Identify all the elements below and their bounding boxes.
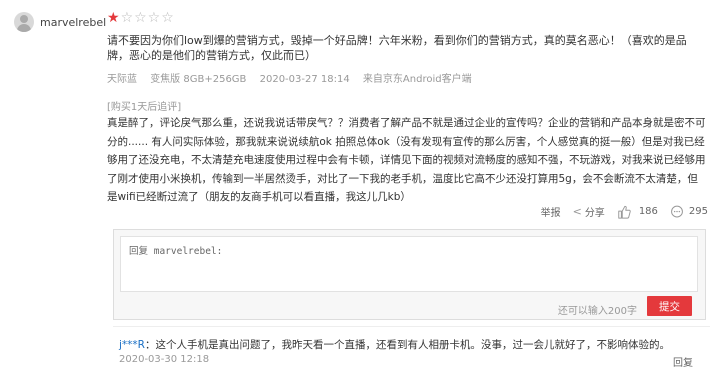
username[interactable]: marvelrebel xyxy=(40,16,106,29)
reply-input[interactable]: 回复 marvelrebel: xyxy=(120,236,698,292)
char-limit-text: 还可以输入200字 xyxy=(557,306,637,317)
sub-reply-user[interactable]: j***R xyxy=(119,339,145,351)
comment-count: 295 xyxy=(688,206,708,217)
thumbs-up-icon xyxy=(618,205,631,219)
like-count: 186 xyxy=(638,206,658,217)
sub-reply-button[interactable]: 回复 xyxy=(673,354,693,369)
comment-meta: 天际蓝 变焦版 8GB+256GB 2020-03-27 18:14 来自京东A… xyxy=(107,70,482,85)
append-text: 真是醉了，评论戾气那么重，还说我说话带戾气？？消费者了解产品不就是通过企业的宣传… xyxy=(107,117,706,203)
comment-actions: 举报 < 分享 186 295 xyxy=(529,204,708,219)
share-button[interactable]: < 分享 xyxy=(573,204,605,219)
sub-reply-content: j***R：这个人手机是真出问题了，我昨天看一个直播，还看到有人相册卡机。没事，… xyxy=(119,337,699,352)
like-button[interactable]: 186 xyxy=(617,205,658,219)
avatar[interactable] xyxy=(14,12,34,32)
product-color: 天际蓝 xyxy=(107,74,137,85)
comment-source: 来自京东Android客户端 xyxy=(362,74,472,85)
star-empty-icon: ☆☆☆☆ xyxy=(120,10,175,26)
report-link[interactable]: 举报 xyxy=(541,204,561,219)
comment-count-button[interactable]: 295 xyxy=(670,205,708,219)
sub-reply: j***R：这个人手机是真出问题了，我昨天看一个直播，还看到有人相册卡机。没事，… xyxy=(113,326,710,369)
append-title: [购买1天后追评] xyxy=(107,102,182,113)
star-full-icon: ★ xyxy=(107,10,121,26)
user-info: marvelrebel xyxy=(14,12,106,32)
reply-box: 回复 marvelrebel: 还可以输入200字 提交 xyxy=(113,229,706,320)
share-label: 分享 xyxy=(584,208,605,219)
product-version: 变焦版 8GB+256GB xyxy=(150,74,247,85)
star-rating: ★☆☆☆☆ xyxy=(107,10,175,26)
sub-reply-text: ：这个人手机是真出问题了，我昨天看一个直播，还看到有人相册卡机。没事，过一会儿就… xyxy=(144,339,670,351)
share-icon: < xyxy=(572,205,582,218)
comment-datetime: 2020-03-27 18:14 xyxy=(259,74,350,85)
submit-button[interactable]: 提交 xyxy=(647,296,692,316)
sub-reply-date: 2020-03-30 12:18 xyxy=(119,354,210,365)
comment-text: 请不要因为你们low到爆的营销方式，毁掉一个好品牌！六年米粉，看到你们的营销方式… xyxy=(107,34,687,62)
comment-bubble-icon xyxy=(671,205,683,217)
